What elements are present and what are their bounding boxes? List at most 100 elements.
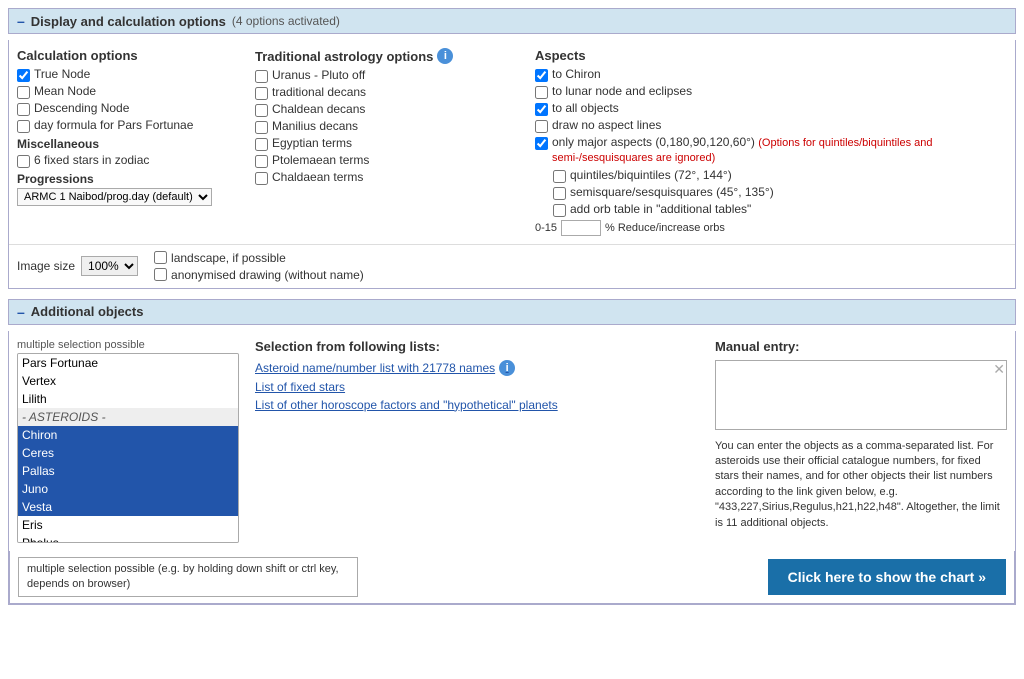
anon-label[interactable]: anonymised drawing (without name) bbox=[154, 268, 364, 282]
egyptian-terms-checkbox[interactable] bbox=[255, 138, 268, 151]
egyptian-terms-label: Egyptian terms bbox=[272, 136, 352, 150]
list-item[interactable]: Pholus bbox=[18, 534, 238, 543]
display-section: – Display and calculation options (4 opt… bbox=[8, 8, 1016, 289]
manilius-decans-checkbox[interactable] bbox=[255, 121, 268, 134]
aspects-col: Aspects to Chiron to lunar node and ecli… bbox=[527, 48, 1007, 236]
opt-orb-table: add orb table in "additional tables" bbox=[553, 202, 999, 217]
list-item[interactable]: Vesta bbox=[18, 498, 238, 516]
no-aspect-lines-checkbox[interactable] bbox=[535, 120, 548, 133]
opt-all-objects: to all objects bbox=[535, 101, 999, 116]
list-item[interactable]: Pallas bbox=[18, 462, 238, 480]
fixed-stars-checkbox[interactable] bbox=[17, 155, 30, 168]
uranus-pluto-checkbox[interactable] bbox=[255, 70, 268, 83]
list-item[interactable]: Pars Fortunae bbox=[18, 354, 238, 372]
desc-node-label: Descending Node bbox=[34, 101, 129, 115]
list-item[interactable]: Vertex bbox=[18, 372, 238, 390]
pars-fortunae-label: day formula for Pars Fortunae bbox=[34, 118, 193, 132]
landscape-text: landscape, if possible bbox=[171, 251, 286, 265]
list-item[interactable]: Eris bbox=[18, 516, 238, 534]
landscape-label[interactable]: landscape, if possible bbox=[154, 251, 364, 265]
trad-decans-checkbox[interactable] bbox=[255, 87, 268, 100]
asteroid-list-text: Asteroid name/number list with 21778 nam… bbox=[255, 361, 495, 375]
manual-col: Manual entry: ✕ You can enter the object… bbox=[707, 339, 1007, 543]
opt-pars-fortunae: day formula for Pars Fortunae bbox=[17, 118, 239, 133]
major-aspects-checkbox[interactable] bbox=[535, 137, 548, 150]
progressions-select[interactable]: ARMC 1 Naibod/prog.day (default) bbox=[17, 188, 212, 206]
listbox-col: multiple selection possible Pars Fortuna… bbox=[17, 339, 247, 543]
manilius-decans-label: Manilius decans bbox=[272, 119, 358, 133]
lunar-node-label: to lunar node and eclipses bbox=[552, 84, 692, 98]
trad-options-header: Traditional astrology options i bbox=[255, 48, 519, 64]
additional-section-title: Additional objects bbox=[31, 304, 144, 319]
collapse-icon[interactable]: – bbox=[17, 13, 25, 29]
major-aspects-label: only major aspects (0,180,90,120,60°) (O… bbox=[552, 135, 999, 166]
opt-lunar-node: to lunar node and eclipses bbox=[535, 84, 999, 99]
semisquare-checkbox[interactable] bbox=[553, 187, 566, 200]
prog-header: Progressions bbox=[17, 172, 239, 186]
fixed-stars-link[interactable]: List of fixed stars bbox=[255, 380, 699, 394]
asteroid-list-link[interactable]: Asteroid name/number list with 21778 nam… bbox=[255, 360, 699, 376]
orb-input[interactable] bbox=[561, 220, 601, 236]
orb-table-label: add orb table in "additional tables" bbox=[570, 202, 751, 216]
opt-no-aspect-lines: draw no aspect lines bbox=[535, 118, 999, 133]
desc-node-checkbox[interactable] bbox=[17, 103, 30, 116]
pars-fortunae-checkbox[interactable] bbox=[17, 120, 30, 133]
list-item[interactable]: Ceres bbox=[18, 444, 238, 462]
misc-header: Miscellaneous bbox=[17, 137, 239, 151]
list-item[interactable]: Chiron bbox=[18, 426, 238, 444]
opt-desc-node: Descending Node bbox=[17, 101, 239, 116]
opt-fixed-stars: 6 fixed stars in zodiac bbox=[17, 153, 239, 168]
chaldaean-terms-checkbox[interactable] bbox=[255, 172, 268, 185]
image-size-select[interactable]: 100% 50% 75% 125% 150% 200% bbox=[81, 256, 138, 276]
manual-description: You can enter the objects as a comma-sep… bbox=[715, 439, 1007, 531]
additional-collapse-icon[interactable]: – bbox=[17, 304, 25, 320]
additional-grid: multiple selection possible Pars Fortuna… bbox=[9, 331, 1015, 551]
list-item[interactable]: Juno bbox=[18, 480, 238, 498]
display-count: (4 options activated) bbox=[232, 14, 340, 28]
bottom-bar: multiple selection possible (e.g. by hol… bbox=[9, 551, 1015, 605]
lunar-node-checkbox[interactable] bbox=[535, 86, 548, 99]
asteroid-info-icon[interactable]: i bbox=[499, 360, 515, 376]
anon-checkbox[interactable] bbox=[154, 268, 167, 281]
true-node-label: True Node bbox=[34, 67, 90, 81]
calc-options-col: Calculation options True Node Mean Node … bbox=[17, 48, 247, 236]
opt-chaldaean-terms: Chaldaean terms bbox=[255, 170, 519, 185]
fixed-stars-label: 6 fixed stars in zodiac bbox=[34, 153, 149, 167]
manual-textarea[interactable] bbox=[715, 360, 1007, 430]
to-chiron-checkbox[interactable] bbox=[535, 69, 548, 82]
opt-major-aspects: only major aspects (0,180,90,120,60°) (O… bbox=[535, 135, 999, 166]
orb-table-checkbox[interactable] bbox=[553, 204, 566, 217]
orb-row: 0-15 % Reduce/increase orbs bbox=[535, 220, 999, 236]
quintiles-checkbox[interactable] bbox=[553, 170, 566, 183]
trad-decans-label: traditional decans bbox=[272, 85, 366, 99]
options-grid: Calculation options True Node Mean Node … bbox=[9, 40, 1015, 244]
display-section-header: – Display and calculation options (4 opt… bbox=[8, 8, 1016, 34]
clear-textarea-button[interactable]: ✕ bbox=[993, 362, 1005, 376]
chaldean-decans-label: Chaldean decans bbox=[272, 102, 365, 116]
list-item[interactable]: Lilith bbox=[18, 390, 238, 408]
trad-options-title: Traditional astrology options bbox=[255, 49, 433, 64]
listbox-label: multiple selection possible bbox=[17, 339, 239, 351]
orb-suffix: % Reduce/increase orbs bbox=[605, 222, 725, 234]
mean-node-checkbox[interactable] bbox=[17, 86, 30, 99]
all-objects-checkbox[interactable] bbox=[535, 103, 548, 116]
chaldean-decans-checkbox[interactable] bbox=[255, 104, 268, 117]
objects-listbox[interactable]: Pars Fortunae Vertex Lilith - ASTEROIDS … bbox=[17, 353, 239, 543]
uranus-pluto-label: Uranus - Pluto off bbox=[272, 68, 365, 82]
opt-semisquare: semisquare/sesquisquares (45°, 135°) bbox=[553, 185, 999, 200]
show-chart-button[interactable]: Click here to show the chart » bbox=[768, 559, 1006, 595]
selection-header: Selection from following lists: bbox=[255, 339, 699, 354]
image-size-inner: Image size 100% 50% 75% 125% 150% 200% bbox=[17, 256, 138, 276]
trad-options-col: Traditional astrology options i Uranus -… bbox=[247, 48, 527, 236]
ptolemaean-terms-checkbox[interactable] bbox=[255, 155, 268, 168]
other-factors-link[interactable]: List of other horoscope factors and "hyp… bbox=[255, 398, 699, 412]
trad-info-icon[interactable]: i bbox=[437, 48, 453, 64]
progressions-row: ARMC 1 Naibod/prog.day (default) bbox=[17, 188, 239, 206]
manual-entry-header: Manual entry: bbox=[715, 339, 1007, 354]
selection-col: Selection from following lists: Asteroid… bbox=[247, 339, 707, 543]
landscape-checkbox[interactable] bbox=[154, 251, 167, 264]
aspects-header: Aspects bbox=[535, 48, 999, 63]
true-node-checkbox[interactable] bbox=[17, 69, 30, 82]
mean-node-label: Mean Node bbox=[34, 84, 96, 98]
quintiles-label: quintiles/biquintiles (72°, 144°) bbox=[570, 168, 732, 182]
